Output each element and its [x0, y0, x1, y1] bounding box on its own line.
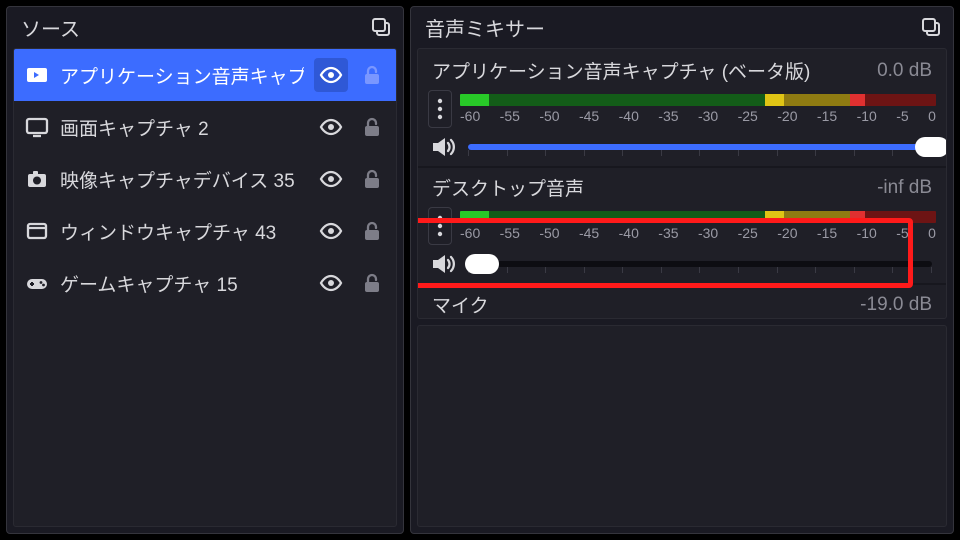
level-meter: -60-55-50-45-40-35-30-25-20-15-10-50 [460, 94, 936, 124]
volume-slider[interactable] [468, 135, 932, 159]
sources-panel: ソース アプリケーション音声キャプチ画面キャプチャ 2 映像キャプチャデバイス 3… [6, 6, 404, 534]
sources-title: ソース [21, 13, 80, 42]
lock-icon[interactable] [358, 63, 386, 87]
mixer-channel: アプリケーション音声キャプチャ (ベータ版) 0.0 dB -60-55-50-45… [418, 51, 946, 168]
window-icon [24, 218, 50, 244]
source-row[interactable]: 画面キャプチャ 2 [14, 101, 396, 153]
channel-db: -inf dB [877, 177, 932, 199]
popout-icon[interactable] [921, 17, 943, 39]
sources-list: アプリケーション音声キャプチ画面キャプチャ 2 映像キャプチャデバイス 35 ウィン… [13, 48, 397, 527]
source-label: 画面キャプチャ 2 [60, 114, 304, 141]
source-row[interactable]: アプリケーション音声キャプチ [14, 49, 396, 101]
app-audio-icon [24, 62, 50, 88]
visibility-toggle[interactable] [314, 162, 348, 196]
source-label: ゲームキャプチャ 15 [60, 270, 304, 297]
level-meter: -60-55-50-45-40-35-30-25-20-15-10-50 [460, 211, 936, 241]
channel-name: デスクトップ音声 [432, 174, 584, 201]
meter-ticks: -60-55-50-45-40-35-30-25-20-15-10-50 [460, 106, 936, 124]
display-icon [24, 114, 50, 140]
lock-icon[interactable] [358, 271, 386, 295]
gamepad-icon [24, 270, 50, 296]
channel-name: マイク [432, 291, 489, 318]
visibility-toggle[interactable] [314, 266, 348, 300]
visibility-toggle[interactable] [314, 58, 348, 92]
camera-icon [24, 166, 50, 192]
visibility-toggle[interactable] [314, 110, 348, 144]
mixer-channel: デスクトップ音声 -inf dB -60-55-50-45-40-35-30-25-… [418, 168, 946, 285]
mixer-list: アプリケーション音声キャプチャ (ベータ版) 0.0 dB -60-55-50-45… [417, 48, 947, 319]
channel-menu-button[interactable] [428, 90, 452, 128]
mixer-channel: マイク-19.0 dB-60-55-50-45-40-35-30-25-20-1… [418, 285, 946, 319]
mixer-panel: 音声ミキサー アプリケーション音声キャプチャ (ベータ版) 0.0 dB -60-5… [410, 6, 954, 534]
channel-db: 0.0 dB [877, 60, 932, 82]
speaker-icon[interactable] [428, 249, 458, 279]
lock-icon[interactable] [358, 219, 386, 243]
source-label: 映像キャプチャデバイス 35 [60, 166, 304, 193]
source-label: アプリケーション音声キャプチ [60, 62, 304, 89]
volume-slider[interactable] [468, 252, 932, 276]
source-label: ウィンドウキャプチャ 43 [60, 218, 304, 245]
lock-icon[interactable] [358, 115, 386, 139]
channel-name: アプリケーション音声キャプチャ (ベータ版) [432, 57, 810, 84]
lock-icon[interactable] [358, 167, 386, 191]
mixer-extra-panel [417, 325, 947, 527]
meter-ticks: -60-55-50-45-40-35-30-25-20-15-10-50 [460, 223, 936, 241]
visibility-toggle[interactable] [314, 214, 348, 248]
source-row[interactable]: ウィンドウキャプチャ 43 [14, 205, 396, 257]
source-row[interactable]: 映像キャプチャデバイス 35 [14, 153, 396, 205]
mixer-title: 音声ミキサー [425, 13, 545, 42]
channel-db: -19.0 dB [860, 294, 932, 316]
speaker-icon[interactable] [428, 132, 458, 162]
channel-menu-button[interactable] [428, 207, 452, 245]
popout-icon[interactable] [371, 17, 393, 39]
source-row[interactable]: ゲームキャプチャ 15 [14, 257, 396, 309]
